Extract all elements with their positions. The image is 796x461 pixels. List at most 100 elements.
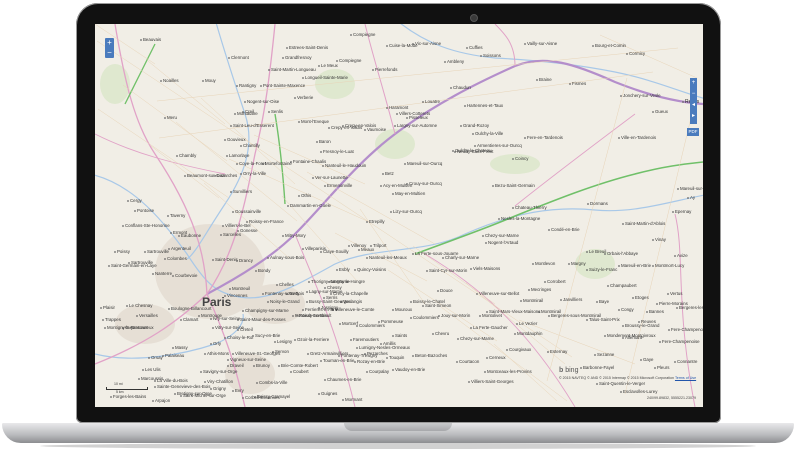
city-label: Saint-Germain-en-Laye [111, 263, 157, 268]
city-dot [460, 125, 462, 127]
city-dot [318, 65, 320, 67]
city-label: Grigny [213, 386, 226, 391]
city-label: Montlevon [535, 261, 556, 266]
city-dot [290, 371, 292, 373]
nav-zoom-in-button[interactable]: + [690, 78, 697, 89]
city-dot [320, 151, 322, 153]
bing-logo: b bing [559, 367, 578, 374]
city-label: Touquin [389, 355, 405, 360]
city-label: Versailles [139, 313, 158, 318]
city-dot [302, 248, 304, 250]
zoom-in-button[interactable]: + [105, 38, 114, 48]
city-dot [620, 391, 622, 393]
city-dot [200, 371, 202, 373]
city-dot [528, 289, 530, 291]
city-label: Saint-Quentin-le-Verger [599, 381, 646, 386]
city-dot [322, 165, 324, 167]
city-label: Amillis [383, 341, 396, 346]
city-label: Bretigny-sur-Orge [177, 391, 212, 396]
city-label: Cuffies [469, 45, 483, 50]
city-dot [452, 150, 454, 152]
city-dot [432, 333, 434, 335]
city-label: Chezy-sur-Marne [460, 336, 494, 341]
zoom-out-button[interactable]: − [105, 48, 114, 58]
city-label: Gaye [643, 357, 654, 362]
city-label: Guignes [321, 391, 338, 396]
city-dot [350, 339, 352, 341]
city-label: Chezy-sur-Marne [485, 233, 519, 238]
city-dot [202, 80, 204, 82]
city-dot [170, 232, 172, 234]
laptop-base-notch [344, 423, 452, 431]
city-label: Sezanne [597, 352, 615, 357]
navigation-control[interactable]: + − ◂ ▸ [690, 78, 697, 124]
city-label: Estrees-Saint-Denis [289, 45, 329, 50]
city-label: Saint-Denis [215, 257, 238, 262]
zoom-control[interactable]: + − [105, 38, 114, 58]
city-label: Lamorlaye [229, 153, 250, 158]
city-dot [232, 390, 234, 392]
city-label: Barbonne-Fayel [583, 365, 615, 370]
city-label: Courgivaux [509, 347, 532, 352]
map-screen[interactable]: ParisReimsSoissonsCompiegneBeauvaisMeaux… [95, 24, 703, 407]
city-label: Fontaine-Chaalis [293, 159, 327, 164]
scale-km-label: 5 km [116, 390, 124, 394]
city-label: Fontenay-sous-Bois [265, 291, 305, 296]
city-dot [174, 393, 176, 395]
city-dot [412, 355, 414, 357]
city-label: Saint-Simeon [425, 303, 452, 308]
city-dot [253, 365, 255, 367]
city-label: Mormant [345, 397, 363, 402]
city-label: Chevru [435, 331, 450, 336]
city-label: Cormicy [629, 51, 646, 56]
pdf-export-button[interactable]: PDF [687, 128, 699, 136]
city-dot [596, 383, 598, 385]
city-label: Montdauphin [517, 331, 543, 336]
city-dot [536, 79, 538, 81]
city-dot [292, 315, 294, 317]
city-label: Betz [385, 171, 394, 176]
city-dot [592, 45, 594, 47]
city-dot [212, 259, 214, 261]
nav-zoom-out-button[interactable]: − [690, 89, 697, 100]
city-label: Esclavolles-Lurey [623, 389, 658, 394]
terms-of-use-link[interactable]: Terms of Use [675, 376, 696, 380]
city-dot [516, 323, 518, 325]
city-dot [392, 369, 394, 371]
city-dot [456, 361, 458, 363]
city-label: Vertus [670, 291, 683, 296]
city-dot [282, 235, 284, 237]
city-label: Cuise-la-Motte [389, 43, 418, 48]
city-dot [176, 155, 178, 157]
city-dot [380, 185, 382, 187]
city-dot [222, 225, 224, 227]
city-dot [457, 338, 459, 340]
city-label: Rozay-en-Brie [357, 359, 386, 364]
city-dot [240, 173, 242, 175]
city-dot [396, 113, 398, 115]
city-label: Vic-sur-Aisne [415, 41, 442, 46]
nav-left-button[interactable]: ◂ [690, 100, 697, 111]
city-label: Goussainville [235, 209, 262, 214]
city-dot [348, 245, 350, 247]
city-label: Acy-en-Multien [383, 183, 413, 188]
city-dot [100, 307, 102, 309]
city-label: Pontault-Combault [295, 313, 332, 318]
city-label: Montceaux-les-Provins [487, 369, 532, 374]
city-label: Braine [539, 77, 552, 82]
city-label: Evry [235, 388, 244, 393]
city-dot [412, 253, 414, 255]
city-label: Corrobert [547, 279, 566, 284]
nav-right-button[interactable]: ▸ [690, 111, 697, 122]
city-dot [687, 197, 689, 199]
city-label: Massy [175, 345, 188, 350]
city-dot [652, 111, 654, 113]
city-label: Villenoy [351, 243, 367, 248]
city-label: Nogent-sur-Oise [247, 99, 280, 104]
city-dot [227, 365, 229, 367]
city-dot [268, 69, 270, 71]
city-label: Villeneuve-le-Comte [335, 307, 375, 312]
city-label: Mareuil-sur-Ay [680, 186, 703, 191]
city-label: Vailly-sur-Aisne [527, 41, 558, 46]
city-dot [386, 45, 388, 47]
